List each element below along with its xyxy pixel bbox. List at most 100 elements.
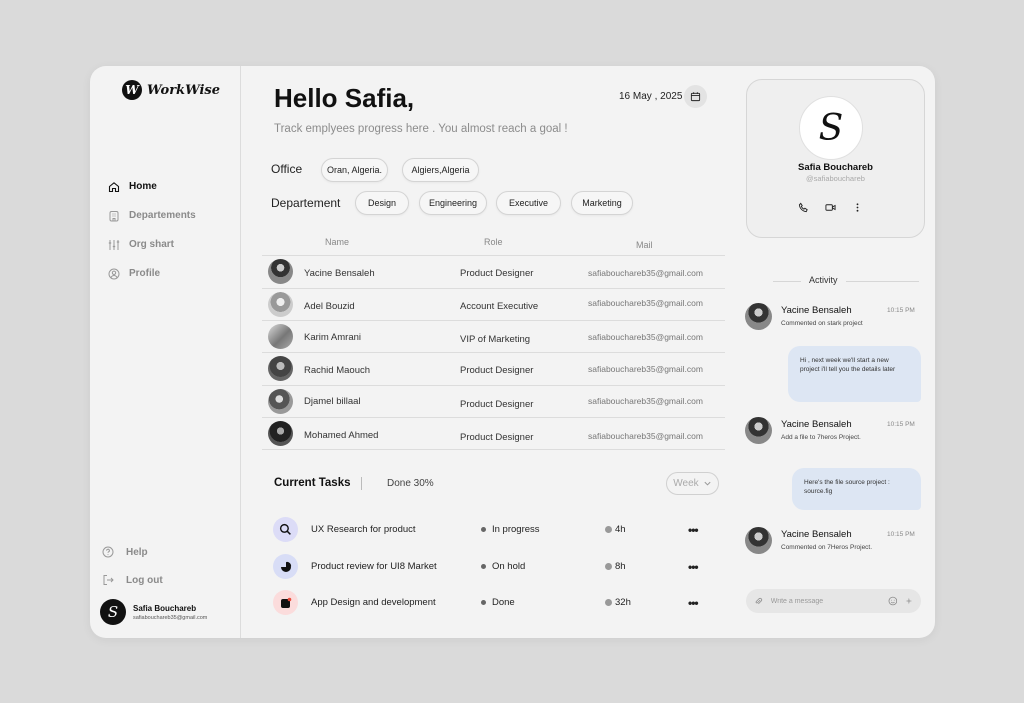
employee-role: VIP of Marketing [460,334,531,345]
message-composer [746,589,921,613]
more-options-button[interactable]: ••• [688,560,699,574]
chat-bubble: Here's the file source project : source.… [792,468,921,510]
employee-role: Account Executive [460,301,539,312]
column-header-name[interactable]: Name [325,237,349,247]
chip-dept-engineering[interactable]: Engineering [419,191,487,215]
emoji-icon[interactable] [888,596,898,606]
period-select[interactable]: Week [666,472,719,495]
employee-mail[interactable]: safiabouchareb35@gmail.com [588,298,703,308]
employee-name: Djamel billaal [304,396,361,407]
profile-avatar: S [799,96,863,160]
right-panel: S Safia Bouchareb @safiabouchareb Activi… [733,66,935,638]
status-dot [481,600,486,605]
pie-chart-icon [273,554,298,579]
profile-actions [798,202,863,213]
tasks-title: Current Tasks [274,477,351,489]
current-user[interactable]: S Safia Bouchareb safiabouchareb35@gmail… [100,599,207,625]
task-time: 4h [605,524,626,535]
activity-time: 10:15 PM [887,307,915,314]
table-row[interactable]: Karim Amrani VIP of Marketing safiabouch… [262,320,725,353]
avatar [745,417,772,444]
status-dot [481,527,486,532]
app-icon [273,590,298,615]
employee-role: Product Designer [460,432,534,443]
chip-dept-executive[interactable]: Executive [496,191,561,215]
activity-text: Commented on stark project [781,320,863,327]
current-user-email: safiabouchareb35@gmail.com [133,614,208,621]
table-row[interactable]: Adel Bouzid Account Executive safiabouch… [262,288,725,321]
activity-time: 10:15 PM [887,421,915,428]
main-content: Hello Safia, Track emplyees progress her… [241,66,733,638]
avatar: S [100,599,126,625]
employee-avatar [268,421,293,446]
phone-icon[interactable] [798,202,809,213]
tasks-done-progress: Done 30% [387,478,434,489]
sidebar-item-org-shart[interactable]: Org shart [108,230,196,259]
logout-link[interactable]: Log out [102,566,163,594]
status-dot [481,564,486,569]
task-status-label: Done [492,597,515,608]
sidebar-item-home[interactable]: Home [108,172,196,201]
sidebar-item-profile[interactable]: Profile [108,259,196,288]
column-header-role[interactable]: Role [484,237,503,247]
chip-office-oran[interactable]: Oran, Algeria. [321,158,388,182]
sidebar-item-label: Org shart [129,239,175,250]
activity-user: Yacine Bensaleh [781,419,852,430]
app-window: W WorkWise Home Departements Org shart P… [90,66,935,638]
more-vertical-icon[interactable] [852,202,863,213]
table-row[interactable]: Rachid Maouch Product Designer safiabouc… [262,352,725,385]
sidebar-item-label: Home [129,181,157,192]
task-name: UX Research for product [311,524,416,535]
table-row[interactable]: Mohamed Ahmed Product Designer safiabouc… [262,417,725,450]
employee-avatar [268,259,293,284]
logo[interactable]: W WorkWise [122,80,220,100]
date-display: 16 May , 2025 [619,91,683,102]
employee-avatar [268,292,293,317]
employee-mail[interactable]: safiabouchareb35@gmail.com [588,396,703,406]
chip-dept-design[interactable]: Design [355,191,409,215]
video-icon[interactable] [825,202,836,213]
office-filter-label: Office [271,162,303,176]
task-row[interactable]: Product review for UI8 Market On hold 8h… [273,554,723,580]
sidebar-item-departements[interactable]: Departements [108,201,196,230]
task-status-label: On hold [492,561,526,572]
employee-mail[interactable]: safiabouchareb35@gmail.com [588,268,703,278]
message-input[interactable] [770,597,880,605]
employee-mail[interactable]: safiabouchareb35@gmail.com [588,332,703,342]
employee-avatar [268,389,293,414]
column-header-mail[interactable]: Mail [636,240,653,250]
sidebar-bottom-nav: Help Log out [102,538,163,594]
table-row[interactable]: Yacine Bensaleh Product Designer safiabo… [262,255,725,288]
page-subtitle: Track emplyees progress here . You almos… [274,123,568,135]
more-options-button[interactable]: ••• [688,523,699,537]
sidebar-item-label: Profile [129,268,161,279]
attachment-icon[interactable] [754,597,763,606]
employee-name: Rachid Maouch [304,365,371,376]
employee-mail[interactable]: safiabouchareb35@gmail.com [588,431,703,441]
employee-mail[interactable]: safiabouchareb35@gmail.com [588,364,703,374]
send-icon[interactable] [905,597,913,605]
table-row[interactable]: Djamel billaal Product Designer safiabou… [262,385,725,418]
activity-user: Yacine Bensaleh [781,529,852,540]
help-icon [102,546,114,558]
help-link[interactable]: Help [102,538,163,566]
more-options-button[interactable]: ••• [688,596,699,610]
task-status: On hold [481,561,525,572]
building-icon [109,210,119,221]
task-row[interactable]: App Design and development Done 32h ••• [273,590,723,616]
avatar [745,527,772,554]
chip-dept-marketing[interactable]: Marketing [571,191,633,215]
profile-card: S Safia Bouchareb @safiabouchareb [746,79,925,238]
calendar-button[interactable] [684,85,707,108]
task-row[interactable]: UX Research for product In progress 4h •… [273,517,723,543]
clock-icon [605,526,612,533]
logout-icon [103,575,114,585]
chat-bubble: Hi , next week we'll start a new project… [788,346,921,402]
department-filter-label: Departement [271,196,341,210]
chip-office-algiers[interactable]: Algiers,Algeria [402,158,479,182]
page-title: Hello Safia, [274,83,415,113]
task-time: 8h [605,561,626,572]
employee-name: Yacine Bensaleh [304,268,375,279]
employee-role: Product Designer [460,399,534,410]
clock-icon [605,599,612,606]
